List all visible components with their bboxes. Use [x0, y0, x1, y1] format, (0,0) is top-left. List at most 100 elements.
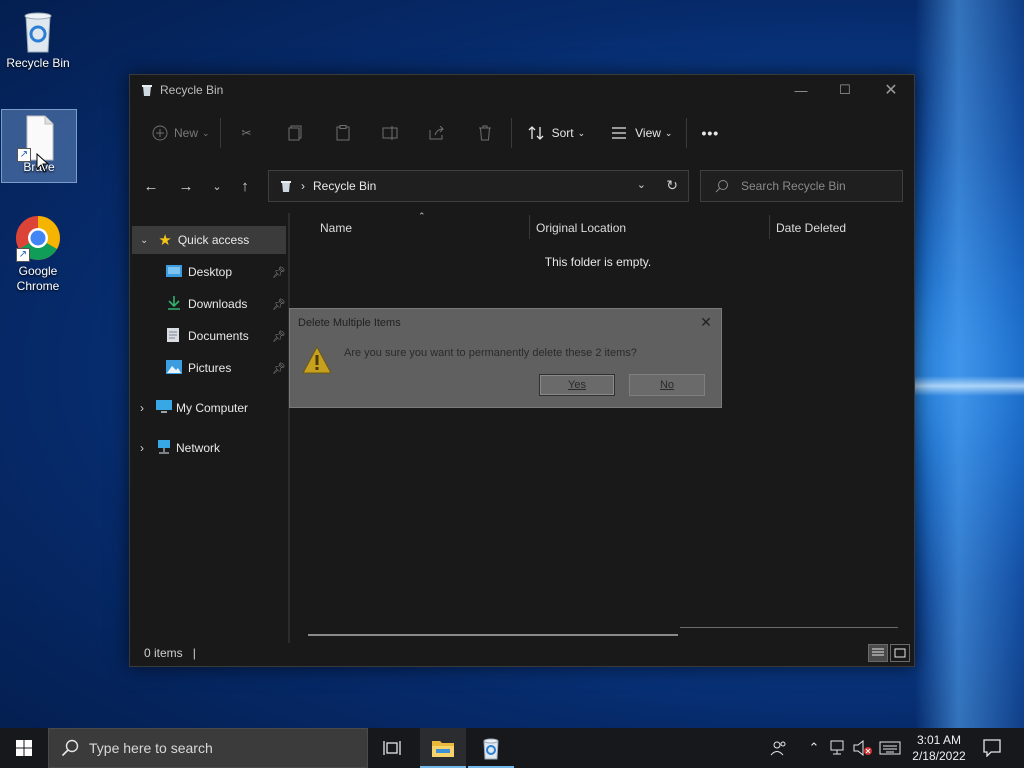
- sort-button[interactable]: Sort ⌄: [526, 117, 586, 149]
- large-icons-view-button[interactable]: [890, 644, 910, 662]
- chrome-icon: ↗: [14, 214, 62, 262]
- sidebar-item-quick-access[interactable]: ⌄ ★ Quick access: [132, 226, 286, 254]
- toolbar-divider: [686, 118, 688, 148]
- view-button[interactable]: View ⌄: [609, 117, 672, 149]
- task-view-icon: [383, 741, 401, 755]
- document-icon: [166, 327, 180, 346]
- sort-icon: [526, 123, 546, 143]
- pin-icon: 📌︎: [272, 362, 286, 375]
- system-clock[interactable]: 3:01 AM 2/18/2022: [906, 728, 972, 768]
- desktop-icon-label: Google Chrome: [16, 264, 60, 293]
- dialog-close-button[interactable]: ✕: [697, 313, 715, 331]
- sidebar-item-downloads[interactable]: Downloads 📌︎: [166, 290, 288, 318]
- sidebar-item-my-computer[interactable]: › My Computer: [132, 394, 286, 422]
- column-header-name[interactable]: Name: [320, 221, 352, 235]
- up-button[interactable]: ↑: [232, 173, 258, 199]
- search-icon: [715, 180, 728, 193]
- column-divider[interactable]: [529, 215, 530, 239]
- more-options-button[interactable]: •••: [701, 117, 719, 149]
- close-button[interactable]: ✕: [868, 75, 914, 105]
- maximize-button[interactable]: ☐: [822, 75, 868, 105]
- keyboard-icon[interactable]: [876, 728, 904, 768]
- column-header-original-location[interactable]: Original Location: [536, 221, 626, 235]
- back-button[interactable]: ←: [138, 173, 164, 199]
- address-bar[interactable]: › Recycle Bin ⌄ ↻: [268, 170, 689, 202]
- taskbar-file-explorer[interactable]: [420, 728, 466, 768]
- sort-indicator-icon: ⌃: [418, 211, 426, 221]
- start-button[interactable]: [0, 728, 48, 768]
- breadcrumb-separator-icon: ›: [301, 179, 305, 193]
- refresh-icon[interactable]: ↻: [666, 177, 678, 194]
- star-icon: ★: [158, 232, 172, 249]
- copy-button[interactable]: [285, 117, 305, 149]
- taskbar-search-input[interactable]: Type here to search: [89, 740, 213, 756]
- chevron-right-icon[interactable]: ›: [140, 441, 144, 455]
- details-view-icon: [872, 648, 884, 656]
- recent-locations-button[interactable]: ⌄: [204, 173, 230, 199]
- wallpaper-beam: [915, 0, 1024, 768]
- sidebar-item-pictures[interactable]: Pictures 📌︎: [166, 354, 288, 382]
- wallpaper-beam-horizon: [915, 376, 1024, 396]
- task-view-button[interactable]: [369, 728, 415, 768]
- no-button[interactable]: No: [629, 374, 705, 396]
- view-label: View: [635, 126, 661, 140]
- file-list: ⌃ Name Original Location Date Deleted Th…: [290, 211, 914, 643]
- desktop-icon-google-chrome[interactable]: ↗ Google Chrome: [0, 214, 76, 294]
- sidebar-item-desktop[interactable]: Desktop 📌︎: [166, 258, 288, 286]
- delete-button[interactable]: [475, 117, 495, 149]
- details-view-button[interactable]: [868, 644, 888, 662]
- warning-icon: [302, 345, 332, 374]
- clock-date: 2/18/2022: [912, 749, 966, 763]
- windows-logo-icon: [16, 740, 32, 756]
- new-label: New: [174, 126, 199, 140]
- taskbar-recycle-bin[interactable]: [468, 728, 514, 768]
- sidebar-item-network[interactable]: › Network: [132, 434, 286, 462]
- forward-button[interactable]: →: [173, 173, 199, 199]
- large-icons-view-icon: [894, 648, 906, 658]
- clock-time: 3:01 AM: [916, 733, 962, 747]
- minimize-button[interactable]: —: [778, 75, 824, 105]
- cut-button[interactable]: ✂: [237, 117, 257, 149]
- yes-button[interactable]: Yes: [539, 374, 615, 396]
- chevron-down-icon: ⌄: [202, 127, 210, 138]
- desktop-icon-label: Recycle Bin: [6, 56, 70, 70]
- search-input[interactable]: Search Recycle Bin: [741, 179, 846, 193]
- chevron-right-icon[interactable]: ›: [140, 401, 144, 415]
- taskbar-search-box[interactable]: Type here to search: [48, 728, 368, 768]
- breadcrumb[interactable]: Recycle Bin: [313, 179, 376, 193]
- column-header-date-deleted[interactable]: Date Deleted: [776, 221, 846, 235]
- sidebar-item-label: Pictures: [188, 361, 232, 375]
- horizontal-scrollbar[interactable]: [308, 634, 678, 636]
- share-button[interactable]: [427, 117, 447, 149]
- address-dropdown-icon[interactable]: ⌄: [637, 178, 646, 191]
- show-hidden-icons-chevron-icon[interactable]: ⌃: [804, 728, 824, 768]
- network-status-icon[interactable]: [828, 728, 850, 768]
- chevron-down-icon[interactable]: ⌄: [140, 235, 148, 246]
- sidebar-item-label: Quick access: [177, 233, 250, 247]
- item-count: 0 items: [144, 646, 183, 660]
- search-box[interactable]: Search Recycle Bin: [700, 170, 903, 202]
- rename-button[interactable]: [381, 117, 401, 149]
- computer-icon: [156, 399, 172, 417]
- sidebar-item-label: My Computer: [176, 401, 249, 415]
- taskbar: Type here to search ⌃ 3:01 AM 2/18/2022: [0, 728, 1024, 768]
- chevron-down-icon: ⌄: [577, 127, 586, 138]
- notification-center-icon[interactable]: [978, 728, 1006, 768]
- people-icon[interactable]: [766, 728, 792, 768]
- recycle-bin-icon: [14, 6, 62, 54]
- volume-muted-icon[interactable]: [852, 728, 874, 768]
- desktop-icon-recycle-bin[interactable]: Recycle Bin: [0, 6, 76, 70]
- toolbar-divider: [510, 118, 512, 148]
- clipboard-icon: [333, 123, 353, 143]
- recycle-bin-icon: [142, 85, 152, 96]
- sidebar-item-documents[interactable]: Documents 📌︎: [166, 322, 288, 350]
- column-divider[interactable]: [769, 215, 770, 239]
- chevron-down-icon: ⌄: [664, 127, 673, 138]
- new-button[interactable]: New ⌄: [150, 117, 210, 149]
- paste-button[interactable]: [333, 117, 353, 149]
- desktop-folder-icon: [166, 264, 182, 281]
- recycle-bin-icon: [483, 738, 499, 760]
- pin-icon: 📌︎: [272, 266, 286, 279]
- folder-icon: [432, 741, 454, 757]
- sidebar-item-label: Network: [176, 441, 221, 455]
